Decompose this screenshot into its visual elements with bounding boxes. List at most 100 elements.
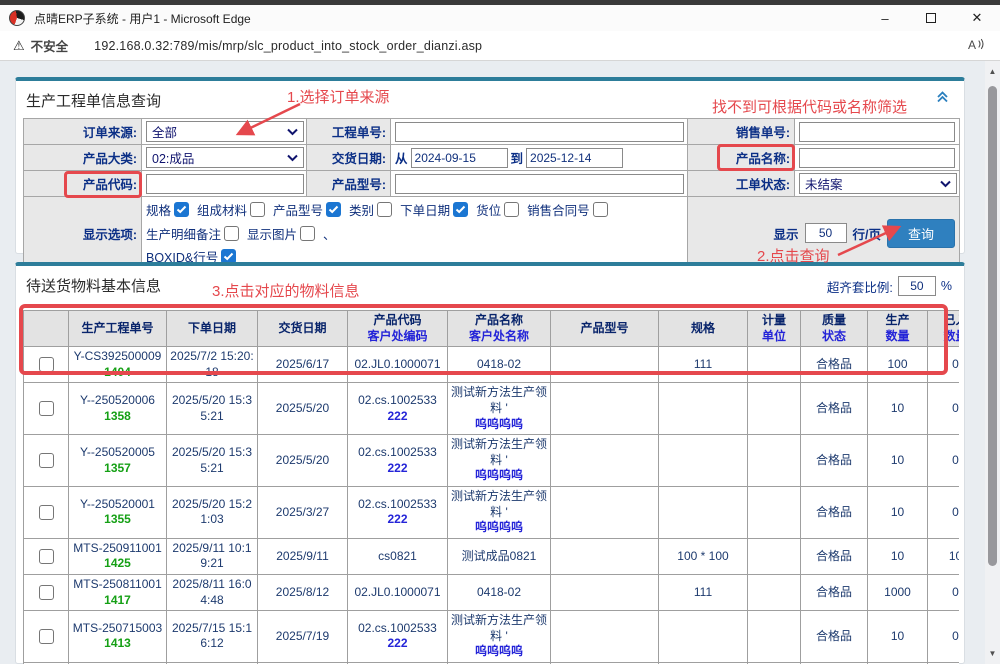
- row-checkbox[interactable]: [39, 549, 54, 564]
- page-size-input[interactable]: [805, 223, 847, 243]
- product-name: 0418-02: [450, 585, 548, 601]
- column-header-line2: 数量: [870, 329, 925, 345]
- product-name-cell: 测试新方法生产领料 '呜呜呜呜: [448, 611, 551, 663]
- table-row[interactable]: MTS-25091100114252025/9/11 10:19:212025/…: [24, 538, 960, 574]
- display-option-checkbox[interactable]: [300, 226, 315, 241]
- display-option: 货位: [476, 200, 519, 219]
- row-checkbox[interactable]: [39, 505, 54, 520]
- product-name-cell: 0418-02: [448, 574, 551, 610]
- product-category-select[interactable]: 02:成品: [146, 147, 304, 168]
- security-label[interactable]: 不安全: [31, 36, 69, 55]
- product-model-cell: [551, 538, 659, 574]
- minimize-button[interactable]: –: [862, 5, 908, 31]
- row-checkbox[interactable]: [39, 629, 54, 644]
- display-option-checkbox[interactable]: [224, 226, 239, 241]
- table-row[interactable]: MTS-25071500314132025/7/15 15:16:122025/…: [24, 611, 960, 663]
- column-header: 产品代码客户处编码: [348, 311, 448, 347]
- collapse-panel-icon[interactable]: [935, 89, 950, 109]
- scroll-up-icon[interactable]: ▲: [985, 67, 1000, 76]
- ratio-label: 超齐套比例:: [827, 277, 893, 296]
- order-no-sub: 1413: [71, 636, 164, 652]
- column-header: 产品名称客户处名称: [448, 311, 551, 347]
- order-no-cell: MTS-2509110011425: [69, 538, 167, 574]
- sales-no-input[interactable]: [799, 122, 955, 142]
- display-option-checkbox[interactable]: [593, 202, 608, 217]
- read-aloud-icon[interactable]: A: [968, 37, 986, 55]
- display-option-checkbox[interactable]: [377, 202, 392, 217]
- chevron-down-icon: [287, 128, 298, 136]
- url-text[interactable]: 192.168.0.32:789/mis/mrp/slc_product_int…: [94, 39, 482, 53]
- product-model-cell: [551, 347, 659, 383]
- display-option-checkbox[interactable]: [250, 202, 265, 217]
- order-status-select[interactable]: 未结案: [799, 173, 957, 194]
- display-option-checkbox[interactable]: [453, 202, 468, 217]
- order-no-cell: Y--2505200051357: [69, 435, 167, 487]
- order-no-sub: 1357: [71, 461, 164, 477]
- display-option-checkbox[interactable]: [326, 202, 341, 217]
- unit-cell: [748, 435, 801, 487]
- product-name-cell: 测试成品0821: [448, 538, 551, 574]
- order-date-cell: 2025/7/15 15:16:12: [167, 611, 258, 663]
- table-row[interactable]: Y--25052000113552025/5/20 15:21:032025/3…: [24, 486, 960, 538]
- page-scrollbar[interactable]: ▲ ▼: [985, 61, 1000, 664]
- display-option-label: 销售合同号: [527, 200, 590, 219]
- address-bar[interactable]: ⚠ 不安全 192.168.0.32:789/mis/mrp/slc_produ…: [0, 31, 1000, 61]
- order-no: MTS-250911001: [71, 541, 164, 557]
- date-to-input[interactable]: [526, 148, 623, 168]
- product-code: 02.cs.1002533: [350, 497, 445, 513]
- project-no-input[interactable]: [395, 122, 684, 142]
- query-button[interactable]: 查询: [887, 219, 955, 248]
- order-source-select[interactable]: 全部: [146, 121, 304, 142]
- product-name: 测试新方法生产领料 ': [450, 613, 548, 644]
- ratio-input[interactable]: [898, 276, 936, 296]
- order-no: MTS-250811001: [71, 577, 164, 593]
- column-header: 产品型号: [551, 311, 659, 347]
- column-header-line1: 产品名称: [450, 313, 548, 329]
- column-header: 生产数量: [868, 311, 928, 347]
- materials-panel-title: 待送货物料基本信息: [26, 275, 161, 296]
- browser-window: 点晴ERP子系统 - 用户1 - Microsoft Edge – ✕ ⚠ 不安…: [0, 0, 1000, 664]
- column-header-line1: 产品代码: [350, 313, 445, 329]
- close-button[interactable]: ✕: [954, 5, 1000, 31]
- spec-cell: [659, 383, 748, 435]
- table-row[interactable]: MTS-25081100114172025/8/11 16:04:482025/…: [24, 574, 960, 610]
- maximize-button[interactable]: [908, 5, 954, 31]
- order-no-cell: Y--2505200061358: [69, 383, 167, 435]
- order-source-value: 全部: [152, 122, 177, 141]
- scrollbar-thumb[interactable]: [988, 86, 997, 566]
- row-select-cell: [24, 486, 69, 538]
- qty-cell: 10: [868, 538, 928, 574]
- product-code-input[interactable]: [146, 174, 304, 194]
- row-checkbox[interactable]: [39, 357, 54, 372]
- table-row[interactable]: Y--25052000513572025/5/20 15:35:212025/5…: [24, 435, 960, 487]
- display-option: 下单日期: [400, 200, 468, 219]
- scroll-down-icon[interactable]: ▼: [985, 649, 1000, 658]
- delivery-date-cell: 2025/6/17: [258, 347, 348, 383]
- qty-cell: 10: [868, 611, 928, 663]
- row-checkbox[interactable]: [39, 401, 54, 416]
- product-code-label: 产品代码:: [24, 171, 142, 197]
- product-model-input[interactable]: [395, 174, 684, 194]
- display-option: 规格: [146, 200, 189, 219]
- date-from-input[interactable]: [411, 148, 508, 168]
- product-name-input[interactable]: [799, 148, 955, 168]
- display-option-label: 生产明细备注: [146, 224, 221, 243]
- row-checkbox[interactable]: [39, 453, 54, 468]
- table-row[interactable]: Y--25052000613582025/5/20 15:35:212025/5…: [24, 383, 960, 435]
- row-checkbox[interactable]: [39, 585, 54, 600]
- column-header: 下单日期: [167, 311, 258, 347]
- display-option-checkbox[interactable]: [174, 202, 189, 217]
- display-option-label: 货位: [476, 200, 501, 219]
- qty-cell: 10: [868, 486, 928, 538]
- spec-cell: [659, 435, 748, 487]
- column-header-line2: 客户处编码: [350, 329, 445, 345]
- display-option-checkbox[interactable]: [504, 202, 519, 217]
- display-option: 显示图片: [247, 224, 315, 243]
- table-row[interactable]: Y-CS39250000914042025/7/2 15:20:182025/6…: [24, 347, 960, 383]
- product-code-cell: 02.JL0.1000071: [348, 574, 448, 610]
- order-no-sub: 1404: [71, 365, 164, 381]
- order-date-cell: 2025/5/20 15:35:21: [167, 435, 258, 487]
- materials-table: 生产工程单号下单日期交货日期产品代码客户处编码产品名称客户处名称产品型号规格计量…: [23, 310, 959, 664]
- product-code-cell: 02.JL0.1000071: [348, 347, 448, 383]
- customer-name: 呜呜呜呜: [450, 417, 548, 433]
